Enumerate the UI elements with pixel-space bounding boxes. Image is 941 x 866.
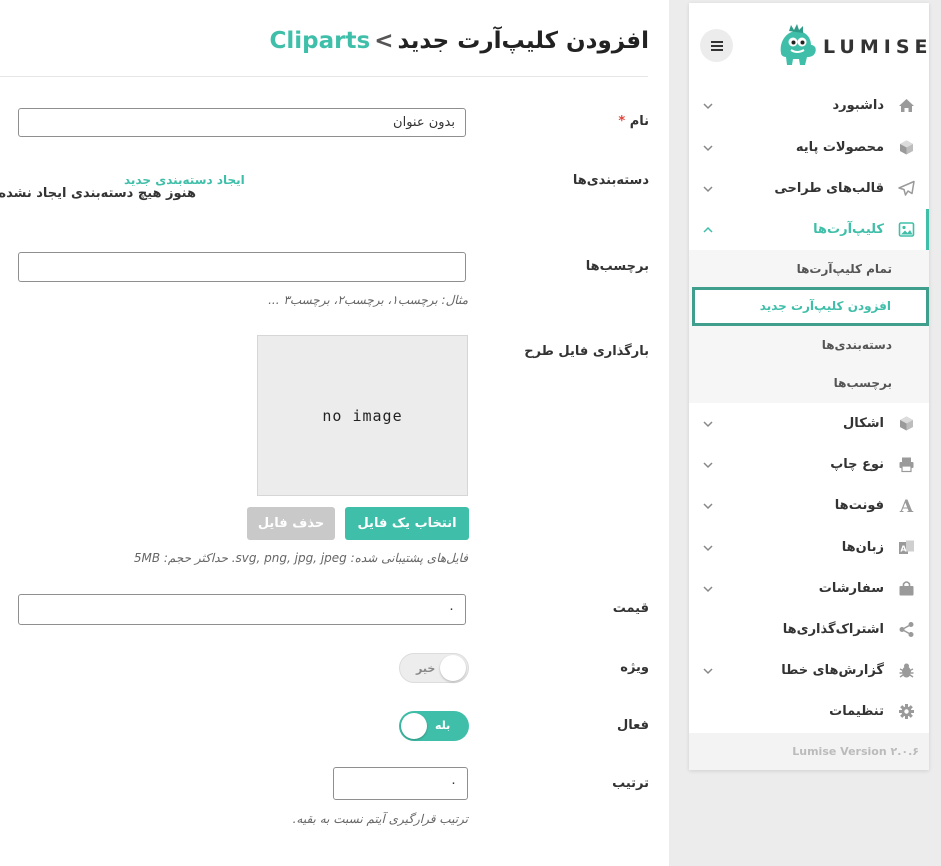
font-icon: A [899, 497, 914, 514]
order-input[interactable] [333, 767, 468, 800]
tags-label: برچسب‌ها [585, 259, 649, 274]
sidebar-item-design-templates[interactable]: قالب‌های طراحی [689, 168, 929, 209]
toggle-knob [401, 713, 427, 739]
chevron-down-icon[interactable] [702, 183, 714, 195]
language-icon: A [899, 540, 914, 554]
sidebar: LUMISE داشبورد محصولات پایه قالب‌های طراحی… [689, 3, 929, 770]
sidebar-item-shares[interactable]: اشتراک‌گذاری‌ها [689, 609, 929, 650]
logo: LUMISE [775, 21, 928, 69]
chevron-down-icon[interactable] [702, 418, 714, 430]
toggle-knob [440, 655, 466, 681]
cube-icon [900, 416, 913, 431]
featured-toggle[interactable]: خیر [399, 653, 469, 683]
name-input[interactable] [18, 108, 466, 137]
lumise-mascot-icon [780, 24, 816, 65]
upload-label: بارگذاری فایل طرح [524, 344, 649, 359]
select-file-button[interactable]: انتخاب یک فایل [345, 507, 469, 540]
breadcrumb-separator: < [374, 28, 394, 54]
paper-plane-icon [898, 180, 915, 196]
sidebar-item-settings[interactable]: تنظیمات [689, 691, 929, 732]
sidebar-item-label: اشکال [843, 416, 884, 431]
sidebar-item-base-products[interactable]: محصولات پایه [689, 127, 929, 168]
sidebar-item-label: تنظیمات [829, 704, 884, 719]
price-input[interactable] [18, 594, 466, 625]
chevron-down-icon[interactable] [702, 665, 714, 677]
sidebar-item-label: سفارشات [818, 581, 884, 596]
chevron-down-icon[interactable] [702, 583, 714, 595]
sidebar-item-label: داشبورد [832, 98, 884, 113]
submenu-item-tags[interactable]: برچسب‌ها [689, 364, 929, 402]
page-title: Cliparts < افزودن کلیپ‌آرت جدید [270, 28, 649, 54]
chevron-up-icon[interactable] [702, 224, 714, 236]
menu-toggle-button[interactable] [700, 29, 733, 62]
sidebar-item-label: زبان‌ها [841, 540, 884, 555]
version-text: Lumise Version ۲.۰.۶ [792, 745, 919, 758]
sidebar-item-bug-reports[interactable]: گزارش‌های خطا [689, 650, 929, 691]
home-icon [899, 99, 914, 112]
shopping-bag-icon [899, 581, 914, 596]
sidebar-item-languages[interactable]: زبان‌ها A [689, 527, 929, 568]
sidebar-item-fonts[interactable]: فونت‌ها A [689, 485, 929, 526]
chevron-down-icon[interactable] [702, 142, 714, 154]
sidebar-item-label: محصولات پایه [795, 140, 884, 155]
chevron-down-icon[interactable] [702, 459, 714, 471]
sidebar-item-label: اشتراک‌گذاری‌ها [782, 622, 884, 637]
image-icon [898, 222, 915, 237]
cube-icon [900, 140, 913, 155]
header-divider [0, 76, 648, 77]
breadcrumb-cliparts-link[interactable]: Cliparts [270, 28, 371, 54]
remove-file-button[interactable]: حذف فایل [247, 507, 335, 540]
image-preview: no image [257, 335, 468, 496]
no-image-text: no image [322, 406, 403, 425]
sidebar-item-orders[interactable]: سفارشات [689, 568, 929, 609]
submenu-item-add-clipart[interactable]: افزودن کلیپ‌آرت جدید [692, 287, 929, 326]
create-category-link[interactable]: ایجاد دسته‌بندی جدید [124, 173, 245, 187]
sidebar-item-label: قالب‌های طراحی [774, 181, 884, 196]
printer-icon [899, 457, 914, 473]
active-toggle-text: بله [435, 719, 451, 732]
chevron-down-icon[interactable] [702, 100, 714, 112]
hamburger-icon [710, 40, 723, 51]
tags-hint: مثال: برچسب۱، برچسب۲، برچسب۳ ... [268, 293, 468, 307]
active-indicator [926, 209, 929, 250]
chevron-down-icon[interactable] [702, 542, 714, 554]
clipart-submenu: تمام کلیپ‌آرت‌ها دسته‌بندی‌ها برچسب‌ها [689, 250, 929, 403]
share-icon [899, 622, 914, 637]
gear-icon [899, 704, 914, 719]
active-label: فعال [616, 718, 649, 733]
price-label: قیمت [612, 601, 649, 616]
featured-toggle-text: خیر [416, 662, 436, 675]
name-label: نام * [618, 114, 649, 129]
order-label: ترتیب [612, 776, 649, 791]
sidebar-item-label: فونت‌ها [834, 498, 884, 513]
svg-text:A: A [900, 545, 907, 554]
sidebar-item-label: نوع چاپ [830, 457, 884, 472]
featured-label: ویژه [620, 660, 649, 675]
upload-hint: فایل‌های پشتیبانی شده: svg, png, jpg, jp… [133, 551, 468, 565]
main-content: Cliparts<افزودن کلیپ‌آرت جدید نام * دسته… [0, 0, 669, 866]
page-title-text: افزودن کلیپ‌آرت جدید [397, 28, 649, 54]
sidebar-item-dashboard[interactable]: داشبورد [689, 85, 929, 126]
chevron-down-icon[interactable] [702, 500, 714, 512]
sidebar-item-shapes[interactable]: اشکال [689, 403, 929, 444]
sidebar-item-label: کلیپ‌آرت‌ها [813, 222, 884, 237]
required-mark: * [618, 114, 626, 129]
bug-icon [899, 663, 914, 678]
version-footer: Lumise Version ۲.۰.۶ [689, 733, 929, 770]
active-toggle[interactable]: بله [399, 711, 469, 741]
categories-label: دسته‌بندی‌ها [572, 173, 649, 188]
submenu-item-categories[interactable]: دسته‌بندی‌ها [689, 326, 929, 364]
sidebar-item-label: گزارش‌های خطا [781, 663, 884, 678]
sidebar-item-cliparts[interactable]: کلیپ‌آرت‌ها [689, 209, 929, 250]
svg-text:A: A [899, 497, 914, 514]
categories-empty-text: هنوز هیچ دسته‌بندی ایجاد نشده است. [0, 186, 196, 201]
order-hint: ترتیب قرارگیری آیتم نسبت به بقیه. [292, 812, 468, 826]
logo-text: LUMISE [823, 36, 933, 58]
tags-input[interactable] [18, 252, 466, 282]
sidebar-item-print-types[interactable]: نوع چاپ [689, 444, 929, 485]
submenu-item-all-cliparts[interactable]: تمام کلیپ‌آرت‌ها [689, 250, 929, 288]
